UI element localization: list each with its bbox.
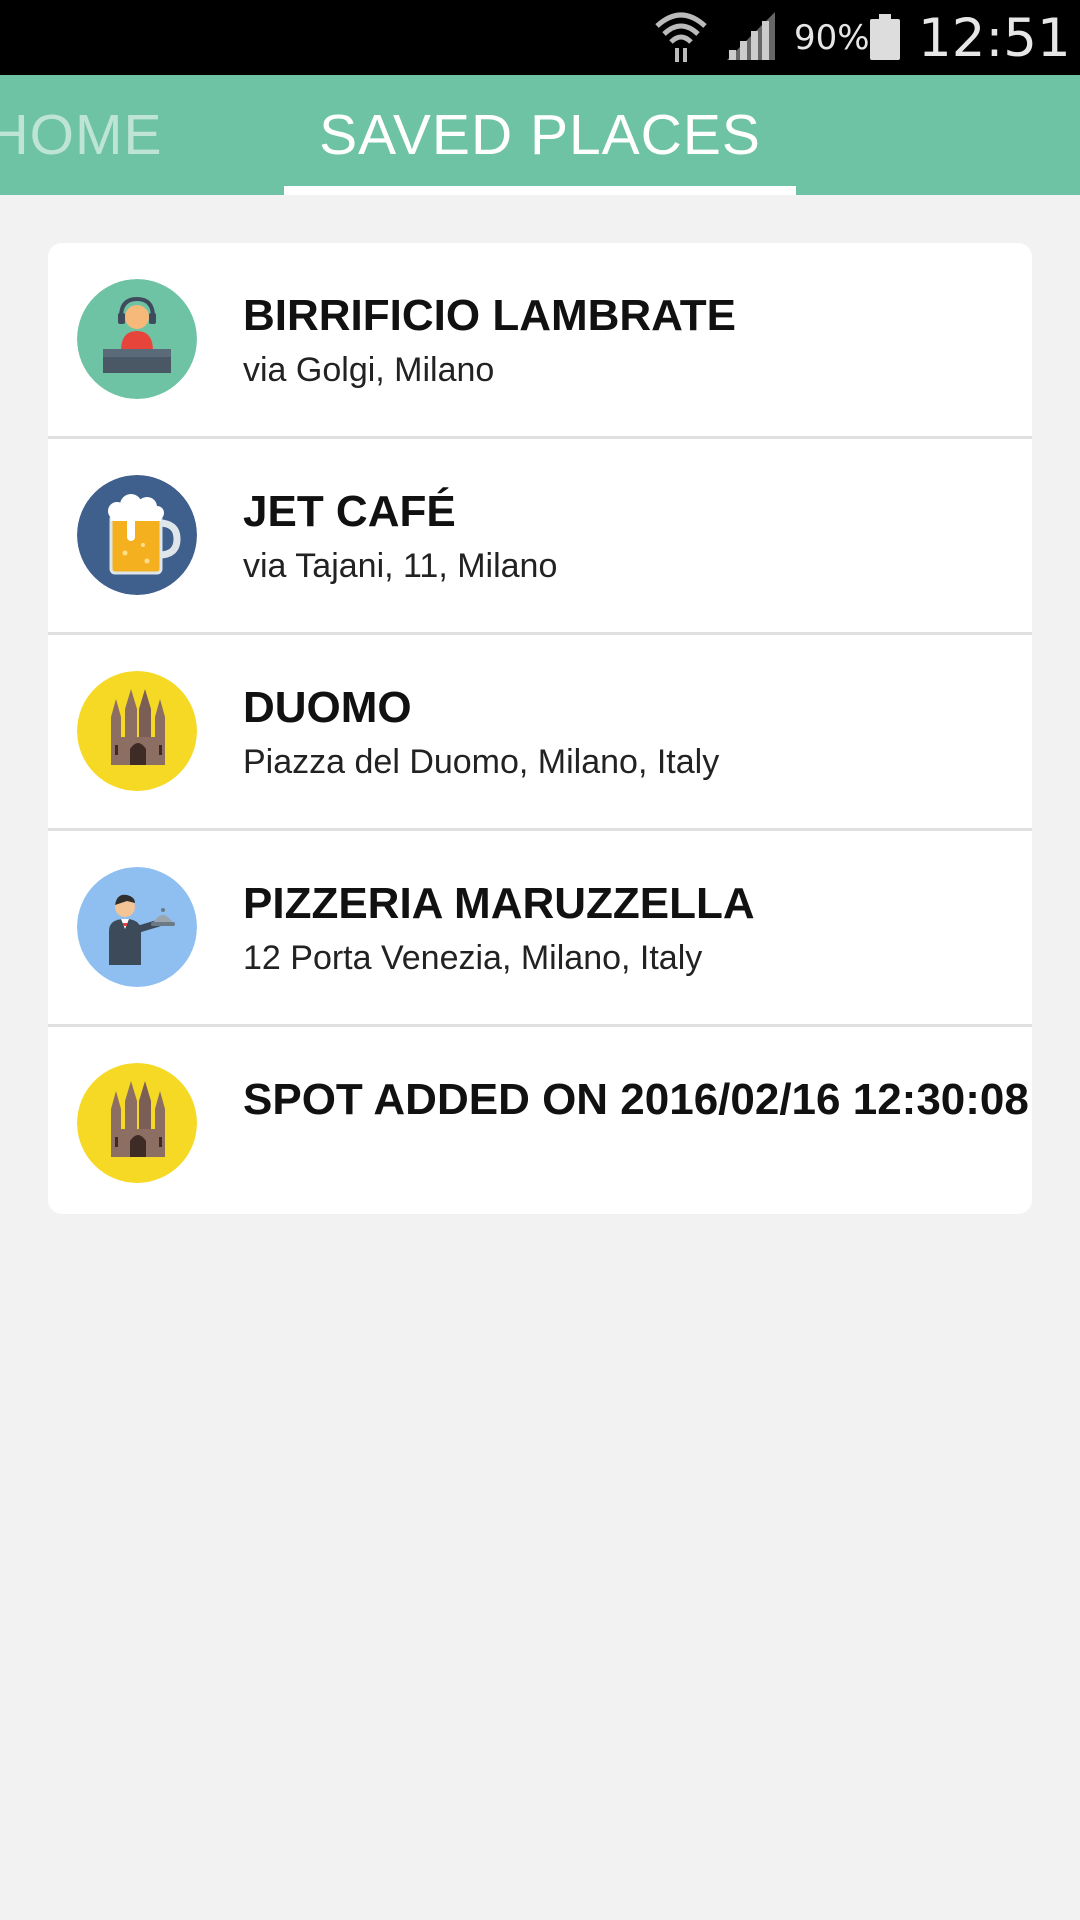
- wifi-icon: [653, 8, 709, 69]
- battery-icon: [870, 14, 900, 65]
- cathedral-icon: [77, 671, 197, 791]
- cathedral-icon: [77, 1063, 197, 1183]
- clock: 12:51: [918, 8, 1071, 69]
- place-title: DUOMO: [243, 683, 412, 732]
- tab-bar: HOME SAVED PLACES: [0, 75, 1080, 195]
- place-title: PIZZERIA MARUZZELLA: [243, 879, 755, 928]
- list-item[interactable]: BIRRIFICIO LAMBRATE via Golgi, Milano: [48, 243, 1032, 439]
- place-title: SPOT ADDED ON 2016/02/16 12:30:08: [243, 1075, 1029, 1124]
- place-address: 12 Porta Venezia, Milano, Italy: [243, 939, 703, 977]
- beer-mug-icon: [77, 475, 197, 595]
- battery-percent: 90%: [794, 18, 870, 58]
- signal-icon: [727, 12, 777, 67]
- tab-home[interactable]: HOME: [0, 75, 270, 195]
- list-item[interactable]: DUOMO Piazza del Duomo, Milano, Italy: [48, 635, 1032, 831]
- tab-indicator: [284, 186, 796, 195]
- status-bar: 90% 12:51: [0, 0, 1080, 75]
- waiter-icon: [77, 867, 197, 987]
- saved-places-list: BIRRIFICIO LAMBRATE via Golgi, Milano JE…: [48, 243, 1032, 1214]
- place-title: BIRRIFICIO LAMBRATE: [243, 291, 736, 340]
- list-item[interactable]: SPOT ADDED ON 2016/02/16 12:30:08: [48, 1027, 1032, 1214]
- dj-icon: [77, 279, 197, 399]
- place-title: JET CAFÉ: [243, 487, 456, 536]
- list-item[interactable]: PIZZERIA MARUZZELLA 12 Porta Venezia, Mi…: [48, 831, 1032, 1027]
- place-address: Piazza del Duomo, Milano, Italy: [243, 743, 720, 781]
- list-item[interactable]: JET CAFÉ via Tajani, 11, Milano: [48, 439, 1032, 635]
- place-address: via Golgi, Milano: [243, 351, 495, 389]
- place-address: via Tajani, 11, Milano: [243, 547, 558, 585]
- tab-saved-places[interactable]: SAVED PLACES: [284, 75, 796, 195]
